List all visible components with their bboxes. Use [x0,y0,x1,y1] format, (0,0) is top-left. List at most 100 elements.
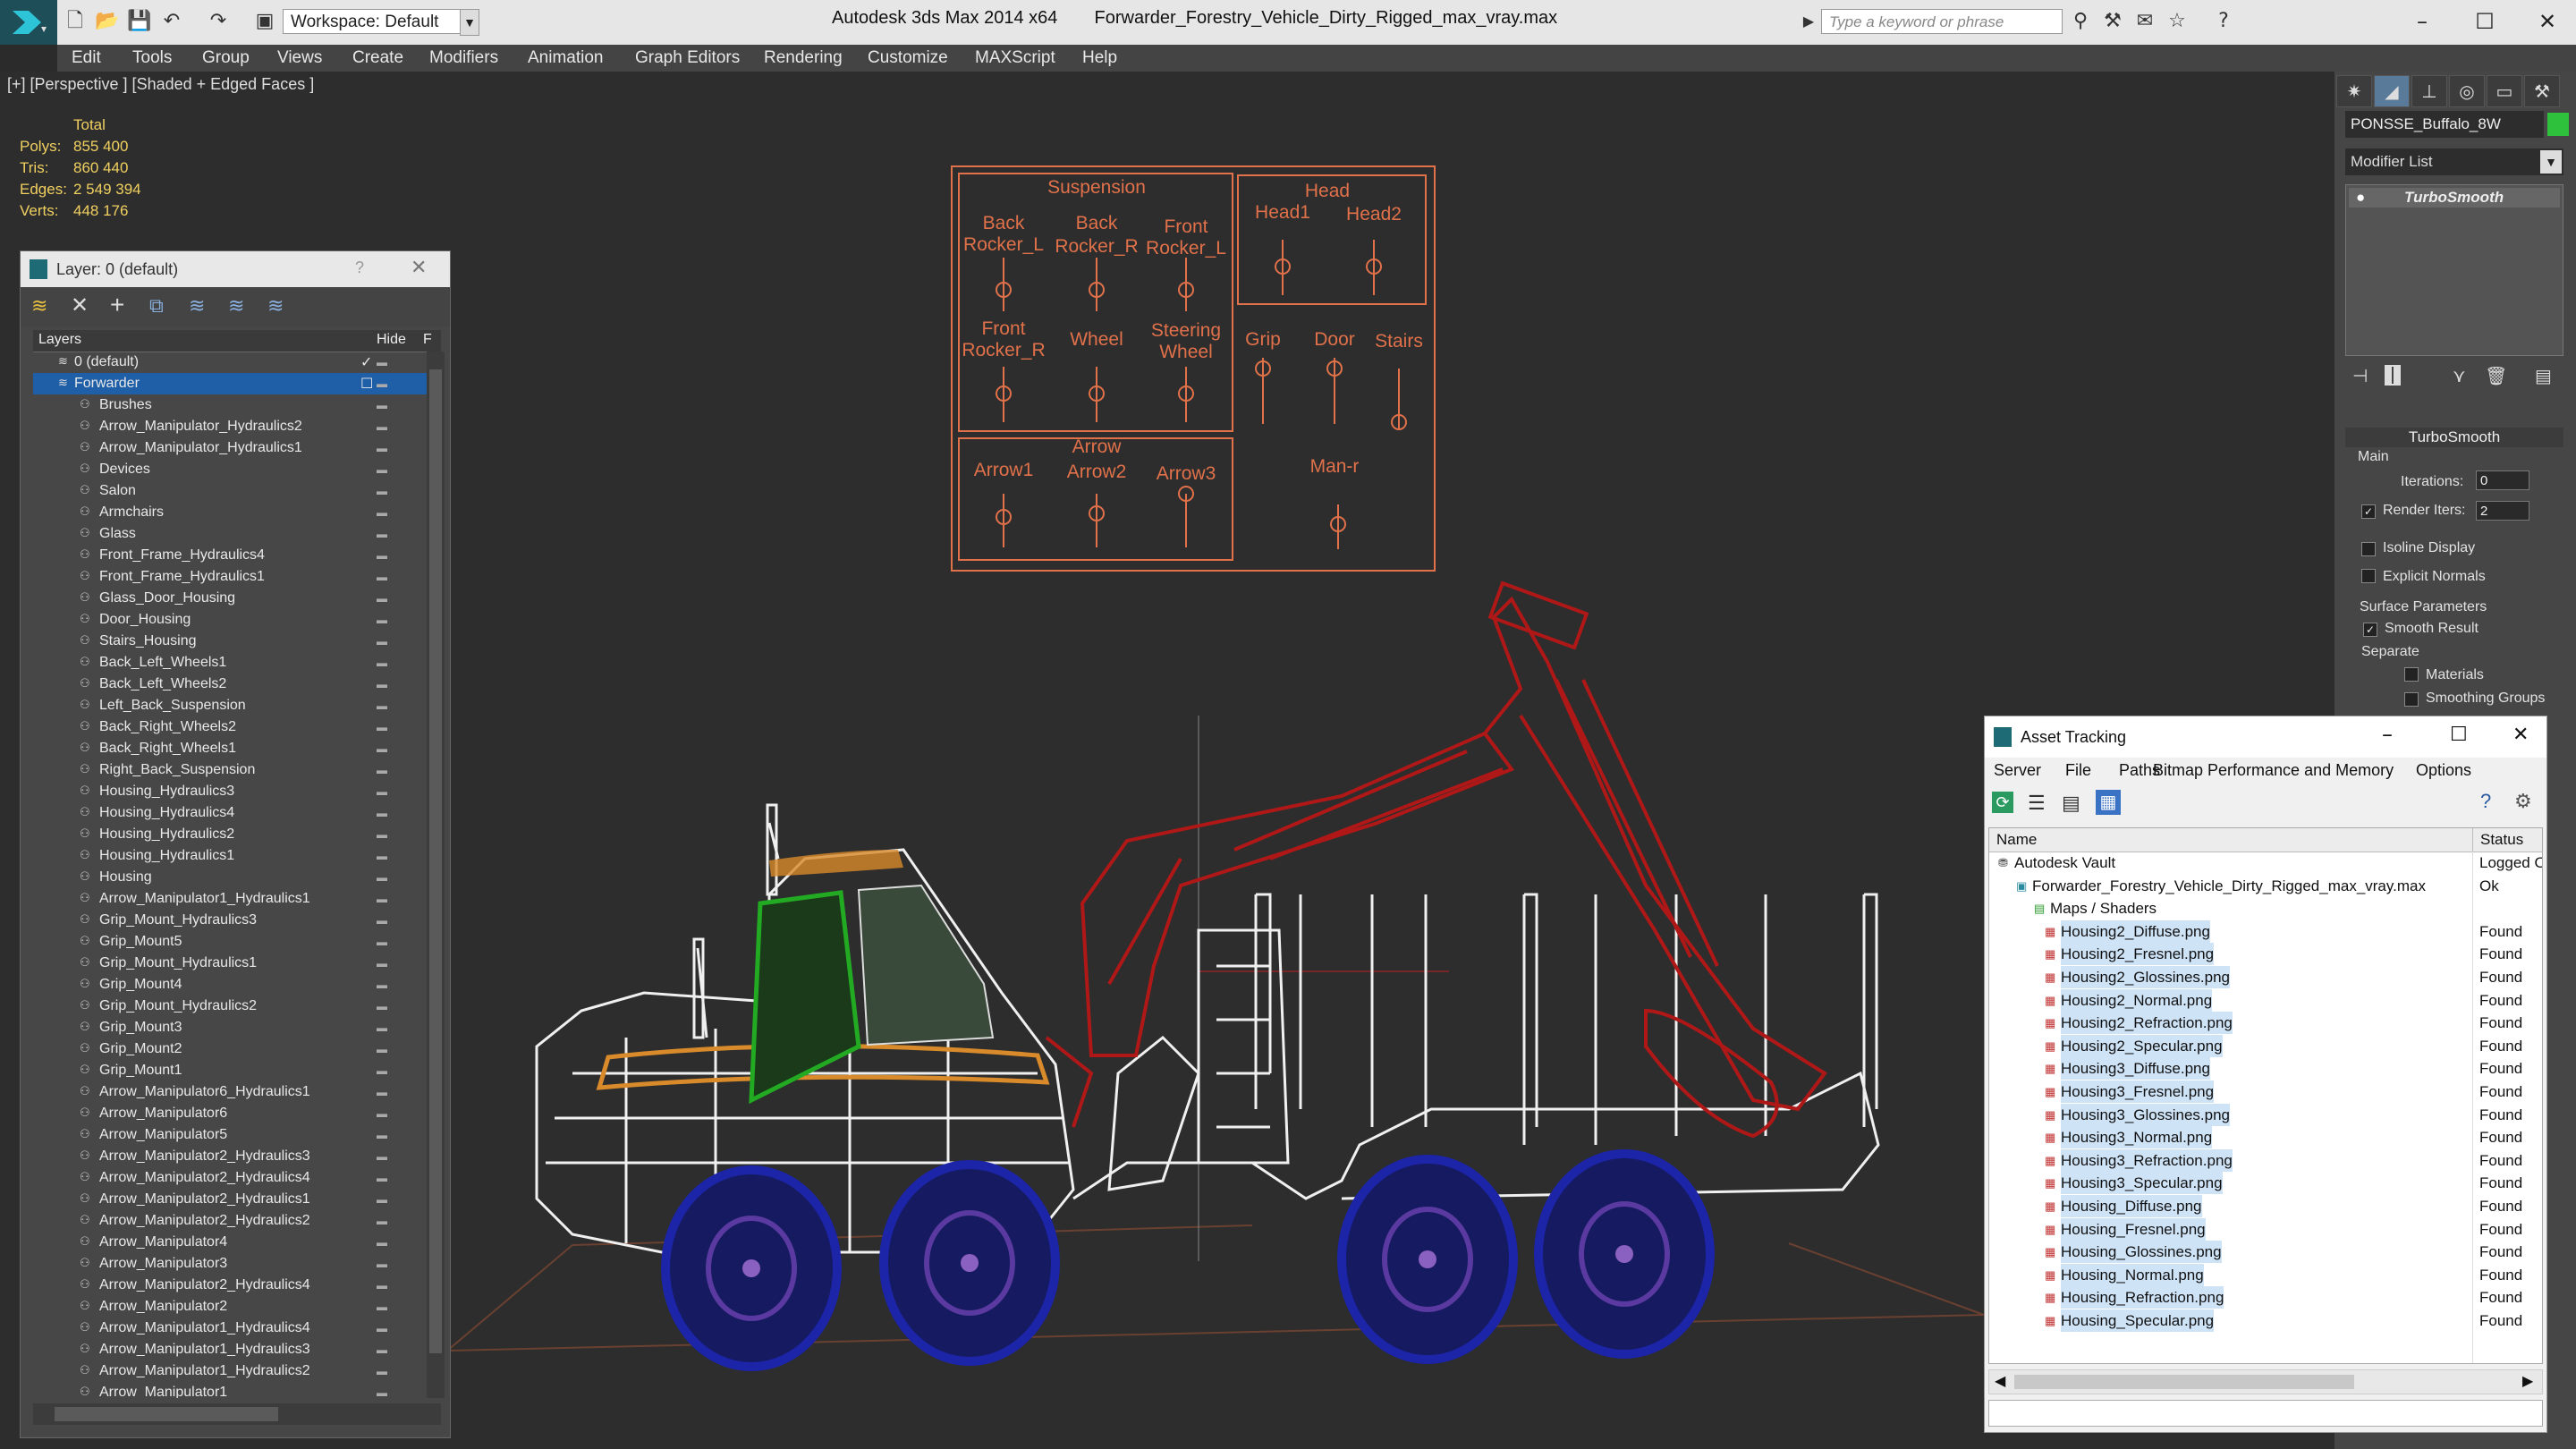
layer-row[interactable]: ⚇ Housing_Hydraulics4 ▬ [33,802,427,824]
asset-row[interactable]: ▦ Housing2_Refraction.png Found [1989,1012,2542,1035]
asset-tracking-title-bar[interactable]: Asset Tracking – ☐ ✕ [1985,716,2546,758]
hide-toggle[interactable]: ▬ [377,352,394,373]
layer-row[interactable]: ⚇ Salon ▬ [33,480,427,502]
hide-toggle[interactable]: ▬ [377,566,394,588]
menu-edit[interactable]: Edit [72,48,101,68]
crane-boom[interactable] [1045,596,1827,1139]
subscription-icon[interactable]: ⚒ [2100,9,2125,34]
layer-row[interactable]: ⚇ Grip_Mount1 ▬ [33,1060,427,1081]
layer-row[interactable]: ⚇ Grip_Mount4 ▬ [33,974,427,996]
scrollbar-thumb[interactable] [55,1407,278,1421]
hide-toggle[interactable]: ▬ [377,1296,394,1318]
open-file-icon[interactable]: 📂 [95,9,120,34]
lightbulb-icon[interactable]: ● [2356,188,2365,208]
hide-toggle[interactable]: ▬ [377,1060,394,1081]
hide-all-icon[interactable]: ≋ [228,294,244,318]
object-name-field[interactable]: PONSSE_Buffalo_8W [2345,111,2544,138]
layer-row[interactable]: ⚇ Arrow_Manipulator1_Hydraulics1 ▬ [33,888,427,910]
hide-toggle[interactable]: ▬ [377,759,394,781]
hide-toggle[interactable]: ▬ [377,545,394,566]
asset-row[interactable]: ▦ Housing_Normal.png Found [1989,1263,2542,1287]
remove-modifier-icon[interactable]: 🗑 [2485,365,2507,387]
layer-row[interactable]: ⚇ Grip_Mount3 ▬ [33,1017,427,1038]
add-to-layer-icon[interactable]: + [110,291,124,319]
asset-row[interactable]: ▣ Forwarder_Forestry_Vehicle_Dirty_Rigged… [1989,875,2542,898]
layer-row[interactable]: ⚇ Brushes ▬ [33,394,427,416]
help-icon[interactable]: ? [2480,790,2491,813]
show-end-result-icon[interactable]: | [2385,365,2401,386]
hide-toggle[interactable]: ▬ [377,1146,394,1167]
layers-column-header[interactable]: Layers [38,332,81,348]
hide-toggle[interactable]: ▬ [377,609,394,631]
cab-door-glass[interactable] [749,890,861,1105]
hide-toggle[interactable]: ▬ [377,1339,394,1360]
asset-horizontal-scrollbar[interactable]: ◀ ▶ [1988,1369,2543,1394]
layer-row[interactable]: ⚇ Housing_Hydraulics2 ▬ [33,824,427,845]
hide-toggle[interactable]: ▬ [377,931,394,953]
hide-toggle[interactable]: ▬ [377,1103,394,1124]
layer-row[interactable]: ⚇ Grip_Mount_Hydraulics2 ▬ [33,996,427,1017]
layer-row[interactable]: ⚇ Glass ▬ [33,523,427,545]
hide-toggle[interactable]: ▬ [377,588,394,609]
layer-row[interactable]: ⚇ Arrow_Manipulator5 ▬ [33,1124,427,1146]
hide-toggle[interactable]: ▬ [377,1360,394,1382]
menu-maxscript[interactable]: MAXScript [975,48,1055,68]
menu-tools[interactable]: Tools [132,48,172,68]
freeze-column-header[interactable]: F [423,332,432,348]
layer-row[interactable]: ⚇ Back_Left_Wheels2 ▬ [33,674,427,695]
redo-icon[interactable]: ↷ [206,9,231,34]
save-file-icon[interactable]: 💾 [127,9,152,34]
configure-sets-icon[interactable]: ▤ [2535,365,2552,387]
modifier-list-dropdown[interactable]: Modifier List [2345,148,2563,175]
asset-row[interactable]: ▦ Housing_Glossines.png Found [1989,1241,2542,1264]
smoothing-groups-checkbox[interactable] [2404,692,2419,707]
materials-checkbox[interactable] [2404,667,2419,682]
hide-toggle[interactable]: ▬ [377,867,394,888]
scrollbar-thumb[interactable] [429,369,442,1353]
hide-toggle[interactable]: ▬ [377,523,394,545]
asset-row[interactable]: ▦ Housing2_Fresnel.png Found [1989,943,2542,966]
hide-toggle[interactable]: ▬ [377,437,394,459]
layer-row[interactable]: ⚇ Housing_Hydraulics1 ▬ [33,845,427,867]
help-icon[interactable]: ? [355,258,364,277]
list-view-icon[interactable]: ☰ [2028,792,2046,815]
layer-row[interactable]: ⚇ Stairs_Housing ▬ [33,631,427,652]
asset-menu-file[interactable]: File [2065,761,2091,780]
hide-toggle[interactable]: ▬ [377,459,394,480]
asset-row[interactable]: ▦ Housing2_Diffuse.png Found [1989,919,2542,944]
layer-row[interactable]: ⚇ Front_Frame_Hydraulics1 ▬ [33,566,427,588]
viewport-label[interactable]: [+] [Perspective ] [Shaded + Edged Faces… [7,75,314,94]
layer-row[interactable]: ⚇ Arrow_Manipulator2_Hydraulics4 ▬ [33,1167,427,1189]
asset-menu-server[interactable]: Server [1994,761,2041,780]
layer-row[interactable]: ⚇ Arrow_Manipulator1 ▬ [33,1382,427,1398]
layer-row[interactable]: ⚇ Arrow_Manipulator_Hydraulics1 ▬ [33,437,427,459]
hide-toggle[interactable]: ▬ [377,1232,394,1253]
hide-toggle[interactable]: ▬ [377,953,394,974]
motion-tab-icon[interactable]: ◎ [2449,75,2485,107]
wheel-front-right[interactable] [879,1160,1060,1366]
hide-toggle[interactable]: ▬ [377,1382,394,1398]
freeze-all-icon[interactable]: ≋ [267,294,284,318]
favorites-star-icon[interactable]: ☆ [2165,9,2190,34]
asset-row[interactable]: ▦ Housing2_Specular.png Found [1989,1034,2542,1058]
menu-animation[interactable]: Animation [528,48,604,68]
hide-toggle[interactable]: ▬ [377,1210,394,1232]
scroll-right-icon[interactable]: ▶ [2522,1372,2533,1390]
layer-list[interactable]: ≋ 0 (default) ✓ ▬ ≋ Forwarder ☐ ▬ ⚇ Brushes ▬ ⚇ Arro… [33,352,427,1398]
turbosmooth-rollout-header[interactable]: TurboSmooth [2345,428,2563,447]
make-unique-icon[interactable]: ⋎ [2453,365,2466,387]
hide-toggle[interactable]: ▬ [377,1038,394,1060]
layer-row[interactable]: ⚇ Back_Right_Wheels1 ▬ [33,738,427,759]
help-icon[interactable]: ? [2211,9,2236,34]
create-layer-icon[interactable]: ≋ [31,294,47,318]
close-icon[interactable]: ✕ [2512,724,2529,746]
hide-toggle[interactable]: ▬ [377,373,394,394]
hide-toggle[interactable]: ▬ [377,416,394,437]
project-folder-icon[interactable]: ▣ [252,9,277,34]
menu-views[interactable]: Views [277,48,322,68]
cab-front-glass[interactable] [857,884,995,1046]
menu-rendering[interactable]: Rendering [764,48,843,68]
hide-toggle[interactable]: ▬ [377,652,394,674]
hide-toggle[interactable]: ▬ [377,1318,394,1339]
layer-row[interactable]: ⚇ Back_Right_Wheels2 ▬ [33,716,427,738]
